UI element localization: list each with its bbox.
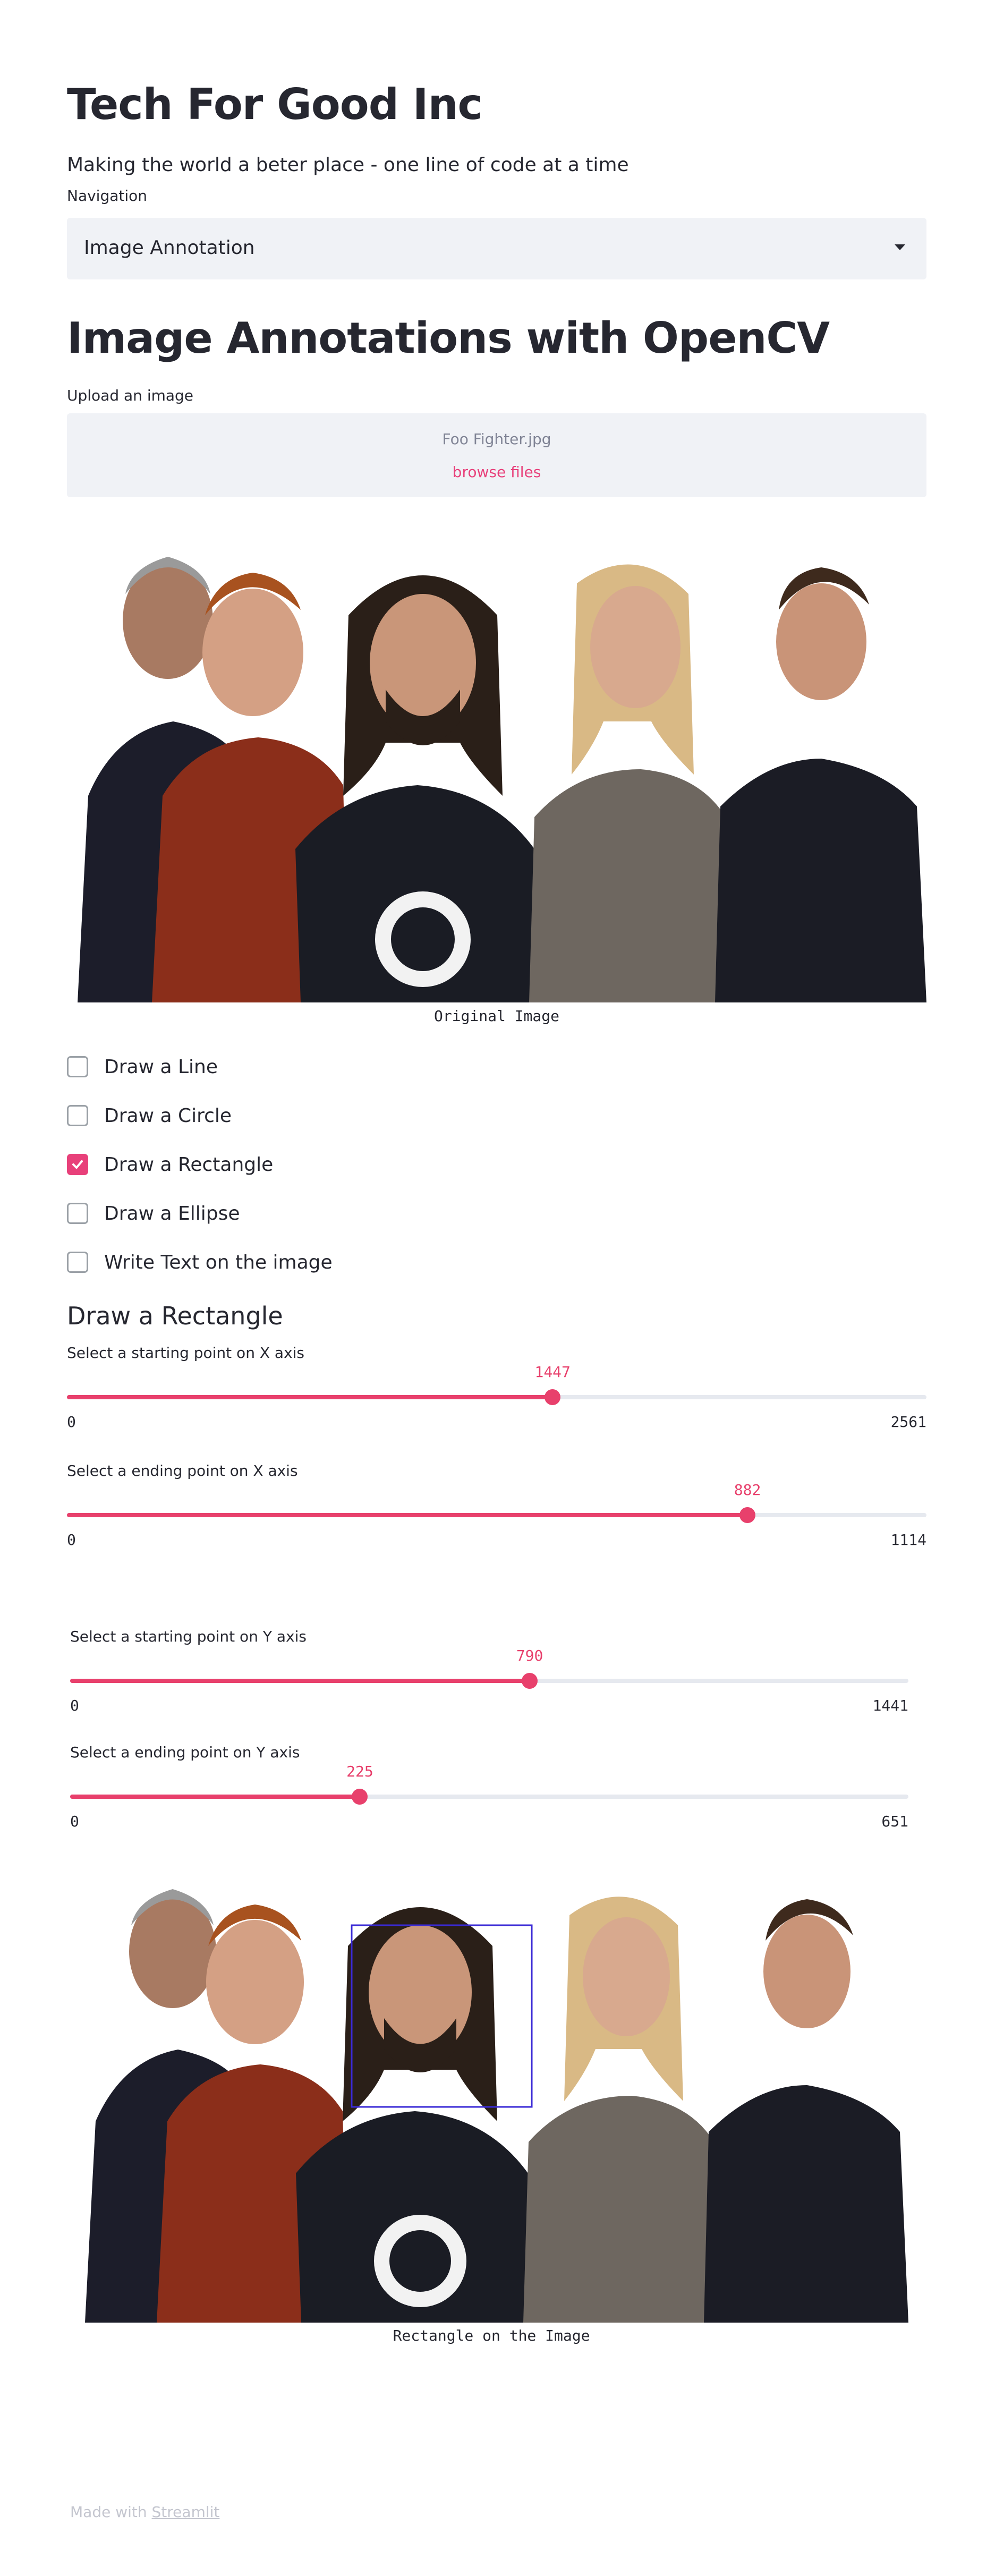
navigation-select[interactable]: Image Annotation [67,218,926,279]
footer: Made with Streamlit [70,2503,219,2521]
slider-value: 790 [516,1647,543,1664]
slider-thumb[interactable] [545,1389,561,1405]
slider-thumb[interactable] [739,1507,756,1523]
page-title: Image Annotations with OpenCV [67,313,830,363]
slider-fill [70,1795,360,1799]
slider-max: 1114 [890,1531,926,1549]
annotated-image [74,1853,908,2323]
slider-label: Select a ending point on X axis [67,1462,298,1480]
slider-fill [67,1513,748,1517]
slider-thumb[interactable] [522,1673,538,1689]
checkbox-label: Draw a Line [104,1056,218,1078]
slider-max: 2561 [890,1413,926,1431]
checkbox-box[interactable] [67,1252,88,1273]
slider-label: Select a starting point on Y axis [70,1628,307,1645]
slider-value: 225 [346,1763,373,1780]
slider-min: 0 [70,1697,79,1714]
checkbox-draw-circle[interactable]: Draw a Circle [67,1100,232,1132]
slider-thumb[interactable] [352,1789,368,1805]
app-title: Tech For Good Inc [67,80,483,129]
checkbox-box[interactable] [67,1203,88,1224]
slider-label: Select a starting point on X axis [67,1344,305,1362]
slider-min: 0 [67,1413,76,1431]
slider-y-start[interactable]: 790 [70,1647,908,1689]
streamlit-link[interactable]: Streamlit [152,2503,220,2521]
slider-min: 0 [70,1813,79,1830]
checkbox-label: Write Text on the image [104,1251,333,1273]
checkbox-label: Draw a Circle [104,1104,232,1127]
checkbox-label: Draw a Ellipse [104,1202,240,1225]
slider-max: 651 [881,1813,908,1830]
original-image [67,520,926,1002]
slider-fill [70,1679,530,1683]
slider-value: 882 [734,1481,761,1499]
checkbox-draw-line[interactable]: Draw a Line [67,1051,218,1083]
checkbox-draw-rectangle[interactable]: Draw a Rectangle [67,1149,273,1180]
upload-label: Upload an image [67,387,194,404]
checkbox-box[interactable] [67,1154,88,1175]
chevron-down-icon [895,244,905,250]
checkbox-write-text[interactable]: Write Text on the image [67,1246,333,1278]
slider-fill [67,1395,553,1399]
navigation-selected-value: Image Annotation [84,237,255,259]
original-image-caption: Original Image [433,1007,559,1025]
file-uploader[interactable]: Foo Fighter.jpg browse files [67,413,926,497]
slider-min: 0 [67,1531,76,1549]
checkbox-box[interactable] [67,1105,88,1126]
navigation-label: Navigation [67,187,148,205]
slider-y-end[interactable]: 225 [70,1763,908,1805]
slider-x-end[interactable]: 882 [67,1481,926,1523]
result-image-caption: Rectangle on the Image [393,2327,590,2344]
slider-value: 1447 [534,1363,571,1381]
uploaded-file-name: Foo Fighter.jpg [442,430,551,448]
browse-files-button[interactable]: browse files [67,463,926,481]
checkbox-box[interactable] [67,1056,88,1077]
checkbox-label: Draw a Rectangle [104,1153,274,1176]
checkmark-icon [72,1160,83,1169]
slider-x-start[interactable]: 1447 [67,1363,926,1405]
slider-label: Select a ending point on Y axis [70,1744,300,1761]
app-subtitle: Making the world a beter place - one lin… [67,154,629,176]
slider-max: 1441 [872,1697,908,1714]
section-title: Draw a Rectangle [67,1302,283,1330]
footer-text: Made with [70,2503,152,2521]
checkbox-draw-ellipse[interactable]: Draw a Ellipse [67,1197,240,1229]
